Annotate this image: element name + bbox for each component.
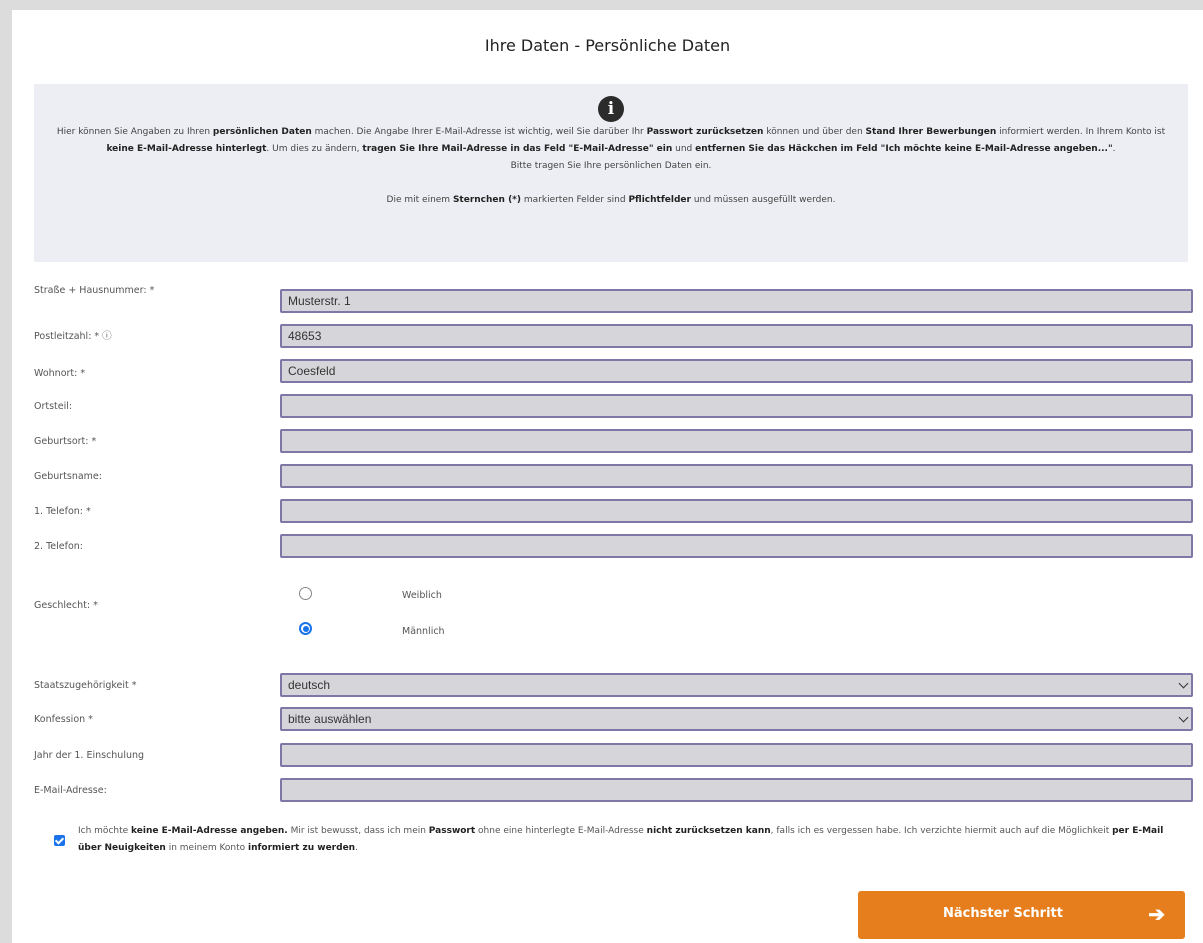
birthname-input[interactable] [280,464,1193,488]
city-input[interactable]: Coesfeld [280,359,1193,383]
phone2-label: 2. Telefon: [34,541,83,552]
form-card: Ihre Daten - Persönliche Daten i Hier kö… [12,10,1203,943]
nationality-label: Staatszugehörigkeit * [34,680,137,691]
info-instruction: Bitte tragen Sie Ihre persönlichen Daten… [510,161,712,171]
street-input[interactable]: Musterstr. 1 [280,289,1193,313]
birthplace-input[interactable] [280,429,1193,453]
info-icon: i [598,96,624,122]
birthname-label: Geburtsname: [34,471,102,482]
phone1-input[interactable] [280,499,1193,523]
phone1-label: 1. Telefon: * [34,506,91,517]
chevron-down-icon [1178,712,1189,723]
nationality-select[interactable]: deutsch [280,673,1193,697]
zip-label: Postleitzahl: * ⓘ [34,331,112,342]
zip-input[interactable]: 48653 [280,324,1193,348]
district-input[interactable] [280,394,1193,418]
email-label: E-Mail-Adresse: [34,785,107,796]
info-required-note: Die mit einem Sternchen (*) markierten F… [386,195,836,205]
radio-male-label: Männlich [402,626,445,637]
no-email-consent-text: Ich möchte keine E-Mail-Adresse angeben.… [78,826,1164,853]
gender-label: Geschlecht: * [34,600,98,611]
info-text: Hier können Sie Angaben zu Ihren persönl… [56,127,1166,154]
phone2-input[interactable] [280,534,1193,558]
school-year-label: Jahr der 1. Einschulung [34,750,145,761]
district-label: Ortsteil: [34,401,73,412]
confession-value: bitte auswählen [288,712,372,726]
page-title: Ihre Daten - Persönliche Daten [484,36,731,55]
radio-female[interactable] [299,587,312,600]
nationality-value: deutsch [288,678,331,692]
email-input[interactable] [280,778,1193,802]
no-email-checkbox[interactable] [54,835,65,846]
confession-select[interactable]: bitte auswählen [280,707,1193,731]
confession-label: Konfession * [34,714,93,725]
chevron-down-icon [1178,678,1189,689]
radio-female-label: Weiblich [402,590,442,601]
city-label: Wohnort: * [34,368,86,379]
info-box: i Hier können Sie Angaben zu Ihren persö… [34,84,1188,262]
radio-male[interactable] [299,622,312,635]
arrow-right-icon: ➔ [1148,904,1165,926]
school-year-input[interactable] [280,743,1193,767]
next-step-label: Nächster Schritt [943,906,1063,921]
street-label: Straße + Hausnummer: * [34,285,155,296]
next-step-button[interactable]: Nächster Schritt ➔ [858,891,1185,939]
birthplace-label: Geburtsort: * [34,436,97,447]
